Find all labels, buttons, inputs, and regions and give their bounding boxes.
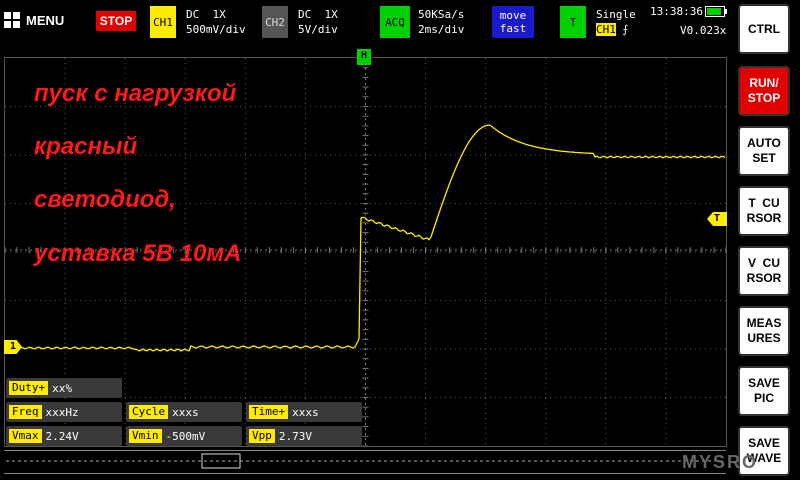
menu-grid-icon [4,12,20,28]
ch1-coupling: DC 1X [186,8,226,21]
measure-duty[interactable]: Duty+ xx% [6,378,122,398]
measure-vmax-label: Vmax [9,429,42,443]
ch2-scale: 5V/div [298,23,338,36]
measure-vmin-label: Vmin [129,429,162,443]
ch2-badge[interactable]: CH2 [262,6,288,38]
annotation-line-2: красный [34,133,138,160]
trigger-source: CH1 [596,23,616,36]
measure-duty-label: Duty+ [9,381,49,395]
measure-cycle-label: Cycle [129,405,169,419]
trigger-position-marker[interactable]: H [357,49,371,65]
measure-cycle[interactable]: Cycle xxxs [126,402,242,422]
move-mode-line1: move [499,9,527,22]
rising-edge-icon: ⨍ [622,23,629,36]
memory-position-bar[interactable] [4,450,726,474]
memory-window-graphic [6,453,724,469]
measure-freq-label: Freq [9,405,42,419]
annotation-line-3: светодиод, [34,186,176,213]
offset-readout: V0.023x [680,24,727,37]
measure-vmin-value: -500mV [165,429,206,443]
trigger-mode: Single [596,8,636,21]
volt-cursor-button[interactable]: V CU RSOR [738,246,790,296]
trigger-settings[interactable]: Single CH1 ⨍ [596,7,636,37]
menu-label: MENU [26,12,65,28]
move-mode-button[interactable]: move fast [492,6,534,38]
measure-freq[interactable]: Freq xxxHz [6,402,122,422]
time-cursor-button[interactable]: T CU RSOR [738,186,790,236]
measure-duty-value: xx% [52,381,72,395]
watermark: MYSRO [682,452,759,472]
measure-vmin[interactable]: Vmin -500mV [126,426,242,446]
menu-button[interactable]: MENU [4,8,84,32]
clock: 13:38:36 [650,5,703,18]
ch2-settings[interactable]: DC 1X 5V/div [298,7,338,37]
annotation-line-4: уставка 5В 10мА [34,240,242,267]
auto-set-button[interactable]: AUTO SET [738,126,790,176]
move-mode-line2: fast [499,22,527,35]
ch2-coupling: DC 1X [298,8,338,21]
ctrl-button[interactable]: CTRL [738,4,790,54]
top-status-bar: MENU STOP CH1 DC 1X 500mV/div CH2 DC 1X … [0,0,735,44]
measure-vmax-value: 2.24V [45,429,79,443]
ch1-scale: 500mV/div [186,23,246,36]
measure-time-label: Time+ [249,405,289,419]
measure-time[interactable]: Time+ xxxs [246,402,362,422]
measure-vpp[interactable]: Vpp 2.73V [246,426,362,446]
acq-rate: 50KSa/s [418,8,465,21]
acq-timebase: 2ms/div [418,23,465,36]
measure-vmax[interactable]: Vmax 2.24V [6,426,122,446]
ch1-settings[interactable]: DC 1X 500mV/div [186,7,246,37]
annotation-line-1: пуск с нагрузкой [34,80,237,107]
run-state-badge[interactable]: STOP [96,11,136,31]
save-pic-button[interactable]: SAVE PIC [738,366,790,416]
trigger-badge[interactable]: T [560,6,586,38]
measure-vpp-label: Vpp [249,429,275,443]
measure-freq-value: xxxHz [45,405,79,419]
measure-cycle-value: xxxs [172,405,199,419]
acq-badge[interactable]: ACQ [380,6,410,38]
measure-vpp-value: 2.73V [278,429,312,443]
measures-button[interactable]: MEAS URES [738,306,790,356]
ch1-badge[interactable]: CH1 [150,6,176,38]
battery-icon [705,6,727,17]
acq-settings[interactable]: 50KSa/s 2ms/div [418,7,464,37]
measure-time-value: xxxs [292,405,319,419]
run-stop-button[interactable]: RUN/ STOP [738,66,790,116]
